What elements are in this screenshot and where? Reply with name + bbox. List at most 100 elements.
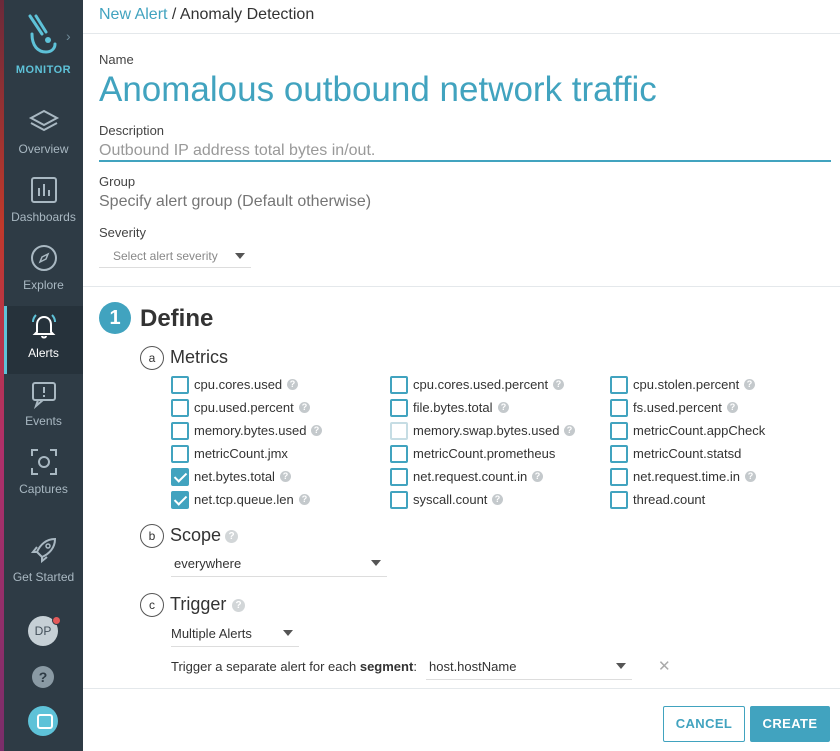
metric-checkbox[interactable] <box>610 445 628 463</box>
sub-step-letter: b <box>140 524 164 548</box>
metric-checkbox[interactable] <box>610 422 628 440</box>
breadcrumb-link-new-alert[interactable]: New Alert <box>99 6 167 23</box>
close-icon[interactable]: ✕ <box>658 657 671 675</box>
metric-checkbox[interactable] <box>610 376 628 394</box>
help-icon[interactable]: ? <box>564 425 575 436</box>
trigger-segment-suffix: : <box>413 659 417 674</box>
nav-label: Get Started <box>12 570 75 584</box>
metric-label: cpu.used.percent <box>194 400 294 415</box>
caret-down-icon <box>371 560 381 566</box>
severity-select[interactable]: Select alert severity <box>99 246 251 268</box>
trigger-segment-text: Trigger a separate alert for each segmen… <box>171 659 417 674</box>
severity-label: Severity <box>99 225 146 240</box>
cancel-button[interactable]: CANCEL <box>663 706 745 742</box>
trigger-segment-word: segment <box>359 659 414 674</box>
caret-down-icon <box>283 630 293 636</box>
metric-label: net.request.time.in <box>633 469 740 484</box>
scope-select[interactable]: everywhere <box>171 553 387 577</box>
metric-label: metricCount.jmx <box>194 446 288 461</box>
metric-checkbox[interactable] <box>390 376 408 394</box>
step-number: 1 <box>99 302 131 334</box>
layers-icon <box>28 109 60 132</box>
notification-dot <box>52 616 61 625</box>
name-input[interactable] <box>99 70 819 110</box>
caret-down-icon <box>616 663 626 669</box>
metric-checkbox[interactable] <box>610 491 628 509</box>
help-icon[interactable]: ? <box>287 379 298 390</box>
group-input[interactable] <box>99 193 519 211</box>
divider <box>83 286 840 287</box>
monitor-logo-icon <box>28 14 57 54</box>
metric-checkbox[interactable] <box>171 422 189 440</box>
metric-checkbox[interactable] <box>610 399 628 417</box>
trigger-segment-prefix: Trigger a separate alert for each <box>171 659 360 674</box>
chevron-right-icon[interactable]: › <box>66 28 71 44</box>
create-button[interactable]: CREATE <box>750 706 830 742</box>
description-input[interactable] <box>99 142 831 162</box>
compass-icon <box>31 245 57 271</box>
nav-item-captures[interactable]: Captures <box>4 442 83 510</box>
help-icon[interactable]: ? <box>744 379 755 390</box>
nav-item-overview[interactable]: Overview <box>4 102 83 170</box>
metric-label: file.bytes.total <box>413 400 493 415</box>
help-icon[interactable]: ? <box>299 402 310 413</box>
help-icon[interactable]: ? <box>745 471 756 482</box>
chat-icon[interactable] <box>28 706 58 736</box>
app-logo[interactable]: › MONITOR <box>4 0 83 90</box>
help-icon[interactable]: ? <box>299 494 310 505</box>
scope-title: Scope <box>170 525 222 545</box>
caret-down-icon <box>235 253 245 259</box>
metric-label: fs.used.percent <box>633 400 722 415</box>
metric-label: metricCount.statsd <box>633 446 742 461</box>
help-icon[interactable]: ? <box>492 494 503 505</box>
nav-item-dashboards[interactable]: Dashboards <box>4 170 83 238</box>
sidebar: › MONITOR Overview Dashboards Explore Al… <box>4 0 83 751</box>
trigger-mode-select[interactable]: Multiple Alerts <box>171 623 299 647</box>
metric-label: cpu.stolen.percent <box>633 377 740 392</box>
name-label: Name <box>99 52 134 67</box>
metric-label: cpu.cores.used.percent <box>413 377 549 392</box>
breadcrumb-separator: / <box>167 6 180 23</box>
metric-label: net.bytes.total <box>194 469 275 484</box>
main-content: New Alert / Anomaly Detection Name Descr… <box>83 0 840 751</box>
metric-checkbox[interactable] <box>390 422 408 440</box>
segment-select[interactable]: host.hostName <box>426 656 632 680</box>
description-label: Description <box>99 123 165 138</box>
metric-checkbox[interactable] <box>171 468 189 486</box>
help-icon[interactable]: ? <box>32 666 54 688</box>
help-icon[interactable]: ? <box>727 402 738 413</box>
metric-checkbox[interactable] <box>171 399 189 417</box>
metric-checkbox[interactable] <box>171 376 189 394</box>
nav-label: Dashboards <box>11 210 76 224</box>
help-icon[interactable]: ? <box>311 425 322 436</box>
nav-item-alerts[interactable]: Alerts <box>4 306 83 374</box>
metric-checkbox[interactable] <box>171 445 189 463</box>
metric-checkbox[interactable] <box>390 399 408 417</box>
breadcrumb-current: Anomaly Detection <box>179 6 315 23</box>
divider <box>83 33 840 34</box>
metric-checkbox[interactable] <box>610 468 628 486</box>
rocket-icon <box>30 537 57 564</box>
sub-step-letter: a <box>140 346 164 370</box>
metric-checkbox[interactable] <box>171 491 189 509</box>
metric-checkbox[interactable] <box>390 468 408 486</box>
severity-placeholder: Select alert severity <box>113 249 218 263</box>
metric-checkbox[interactable] <box>390 491 408 509</box>
trigger-mode-value: Multiple Alerts <box>171 626 252 641</box>
events-icon <box>32 382 56 410</box>
help-icon[interactable]: ? <box>532 471 543 482</box>
metric-checkbox[interactable] <box>390 445 408 463</box>
group-label: Group <box>99 174 136 189</box>
nav-item-events[interactable]: Events <box>4 374 83 442</box>
nav-label: Overview <box>18 142 69 156</box>
nav-item-get-started[interactable]: Get Started <box>4 530 83 598</box>
help-icon[interactable]: ? <box>498 402 509 413</box>
help-icon[interactable]: ? <box>232 599 245 612</box>
nav-label: Explore <box>23 278 64 292</box>
app-name: MONITOR <box>15 64 72 76</box>
help-icon[interactable]: ? <box>553 379 564 390</box>
help-icon[interactable]: ? <box>225 530 238 543</box>
nav-item-explore[interactable]: Explore <box>4 238 83 306</box>
metric-label: memory.swap.bytes.used <box>413 423 560 438</box>
help-icon[interactable]: ? <box>280 471 291 482</box>
